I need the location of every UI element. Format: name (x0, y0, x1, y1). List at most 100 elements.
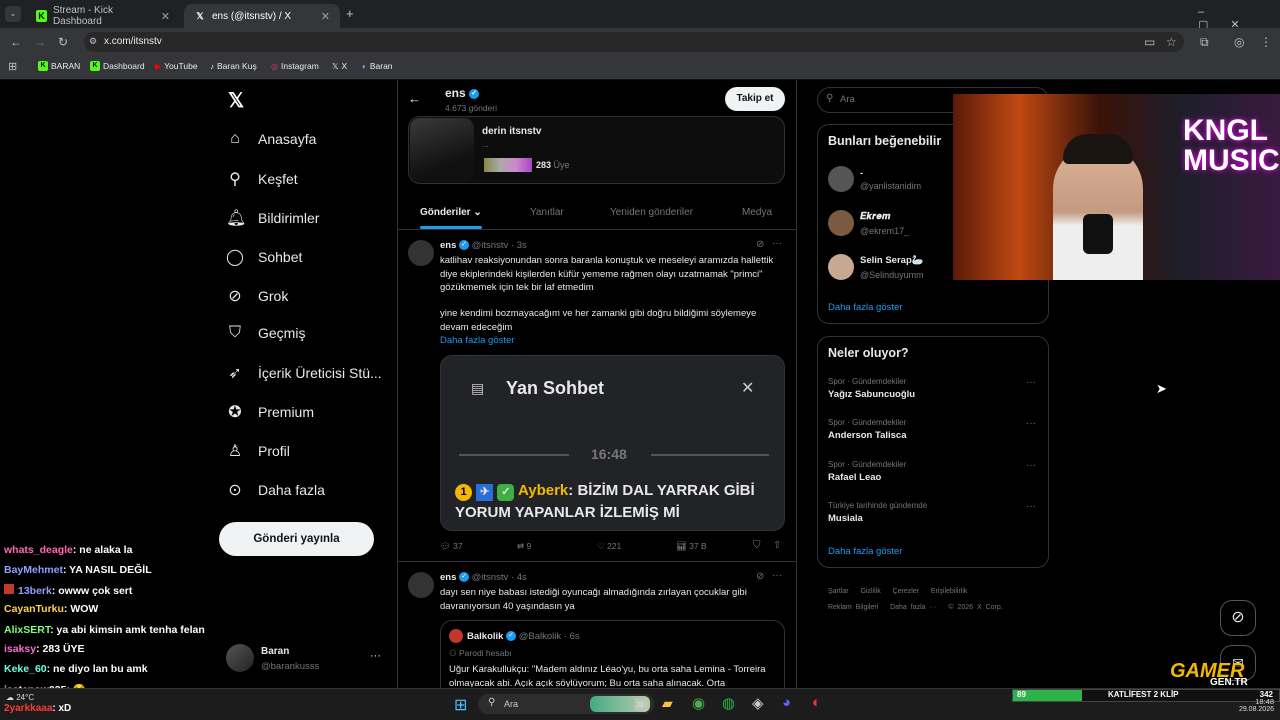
tab-posts[interactable]: Gönderiler ⌄ (420, 207, 482, 218)
trend-more-icon[interactable]: ··· (1026, 460, 1036, 471)
avatar[interactable] (226, 644, 254, 672)
trend-item[interactable]: Spor · Gündemdekiler Anderson Talisca (828, 418, 907, 441)
gamer-logo-sub: GEN.TR (1210, 677, 1248, 688)
trend-item[interactable]: Türkiye tarihinde gündemde Musiala (828, 501, 927, 524)
chrome-icon[interactable]: ◉ (692, 694, 705, 712)
bookmark-instagram[interactable]: ◎ Instagram (271, 61, 319, 71)
grok-float-button[interactable]: ⊘ (1220, 600, 1256, 636)
apps-icon[interactable]: ⊞ (8, 60, 17, 73)
tab-x[interactable]: 𝕏 ens (@itsnstv) / X ✕ (184, 4, 340, 28)
tab-replies[interactable]: Yanıtlar (530, 207, 564, 218)
show-more-link[interactable]: Daha fazla göster (828, 546, 902, 557)
back-icon[interactable]: ← (10, 35, 22, 49)
nav-notifications[interactable]: 🔔︎ Bildirimler (226, 208, 319, 228)
grok-icon[interactable]: ⊘ (756, 239, 764, 250)
star-icon[interactable]: ☆ (1166, 35, 1177, 49)
nav-creator-studio[interactable]: ➶ İçerik Üreticisi Stü... (226, 363, 381, 383)
date[interactable]: 29.08.2026 (1218, 706, 1274, 713)
trend-item[interactable]: Spor · Gündemdekiler Rafael Leao (828, 460, 906, 483)
repost-button[interactable]: ⇄ 9 (517, 541, 531, 552)
share-icon[interactable]: ⇧ (773, 540, 781, 551)
extensions-icon[interactable]: ⧉ (1200, 35, 1209, 50)
divider (459, 454, 569, 456)
app-icon[interactable]: ◈ (752, 694, 764, 712)
tab-kick[interactable]: K Stream - Kick Dashboard ✕ (26, 4, 180, 28)
weather[interactable]: ☁ 24°C (6, 693, 34, 702)
tweet-image[interactable]: ▤ Yan Sohbet ✕ 16:48 1 ✈ ✓ Ayberk: BİZİM… (440, 355, 785, 531)
spotify-icon[interactable]: ◍ (722, 694, 735, 712)
nav-profile[interactable]: ♙ Profil (226, 441, 290, 461)
tweet-header: ens ✓ @itsnstv · 4s (440, 572, 527, 583)
nav-premium[interactable]: ✪ Premium (226, 402, 314, 422)
nav-bookmarks[interactable]: ⛉ Geçmiş (226, 324, 305, 342)
youtube-icon: ▶ (155, 61, 162, 71)
post-button[interactable]: Gönderi yayınla (219, 522, 374, 556)
nav-grok[interactable]: ⊘ Grok (226, 286, 288, 306)
x-logo[interactable]: 𝕏 (228, 88, 244, 113)
tweet-more-icon[interactable]: ··· (772, 570, 782, 581)
nav-explore[interactable]: ⚲ Keşfet (226, 169, 298, 189)
forward-icon[interactable]: → (34, 35, 46, 49)
bookmark-icon[interactable]: ⛉ (753, 540, 761, 551)
windows-icon[interactable]: ⊞ (454, 695, 467, 715)
reload-icon[interactable]: ↻ (58, 35, 68, 49)
account-handle: @barankusss (261, 661, 320, 672)
tab-reposts[interactable]: Yeniden gönderiler (610, 207, 693, 218)
folder-icon[interactable]: ▰ (662, 695, 673, 712)
close-icon[interactable]: ✕ (321, 10, 330, 23)
avatar[interactable] (828, 210, 854, 236)
trend-more-icon[interactable]: ··· (1026, 501, 1036, 512)
avatar[interactable] (408, 240, 434, 266)
avatar[interactable] (828, 166, 854, 192)
user-name: Selin Serap🦢 (860, 255, 924, 266)
follow-button[interactable]: Takip et (725, 87, 785, 111)
bookmark-baran-2[interactable]: ◐ Baran (362, 61, 393, 71)
views-button[interactable]: 📊︎ 37 B (676, 541, 707, 552)
grok-icon[interactable]: ⊘ (756, 571, 764, 582)
user-name: 𝑬𝒌𝒓𝒆𝒎 (860, 211, 891, 222)
nav-home[interactable]: ⌂ Anasayfa (226, 130, 316, 148)
trend-more-icon[interactable]: ··· (1026, 377, 1036, 388)
avatar[interactable] (408, 572, 434, 598)
new-tab-button[interactable]: + (346, 6, 354, 21)
like-button[interactable]: ♡ 221 (597, 541, 621, 552)
chat-line: Keke_60: ne diyo lan bu amk (4, 663, 148, 675)
avatar[interactable] (828, 254, 854, 280)
who-to-follow-title: Bunları beğenebilir (828, 134, 942, 148)
tweet-more-icon[interactable]: ··· (772, 238, 782, 249)
trend-more-icon[interactable]: ··· (1026, 418, 1036, 429)
account-more-icon[interactable]: ··· (370, 650, 381, 662)
clock[interactable]: 18:48 (1218, 697, 1274, 706)
close-icon[interactable]: ✕ (161, 10, 170, 23)
account-name: Baran (261, 646, 290, 657)
badge-icon (4, 584, 14, 594)
discord-icon[interactable]: ◕ (782, 694, 791, 711)
rocket-icon: ➶ (228, 365, 242, 382)
bookmark-x[interactable]: 𝕏X (332, 61, 347, 71)
bookmark-baran[interactable]: K BARAN (38, 61, 80, 71)
nav-more[interactable]: ⊙ Daha fazla (226, 480, 325, 500)
menu-icon[interactable]: ⋮ (1260, 35, 1272, 49)
trend-item[interactable]: Spor · Gündemdekiler Yağız Sabuncuoğlu (828, 377, 915, 400)
bookmark-youtube[interactable]: ▶ YouTube (155, 61, 198, 71)
verified-icon: ✓ (459, 240, 470, 251)
bookmark-tiktok[interactable]: ♪ Baran Kuş (210, 61, 257, 71)
bookmark-dashboard[interactable]: K Dashboard (90, 61, 145, 71)
back-arrow-icon[interactable]: ← (408, 91, 421, 106)
image-title: Yan Sohbet (506, 378, 605, 398)
show-more-link[interactable]: Daha fazla göster (828, 302, 902, 313)
nav-chat[interactable]: ◯ Sohbet (226, 247, 302, 267)
tab-search-icon[interactable]: ⌄ (5, 6, 21, 22)
profile-icon[interactable]: ◎ (1234, 35, 1244, 49)
globe-icon: ◐ (362, 61, 367, 71)
cast-icon[interactable]: ▭ (1144, 35, 1155, 49)
site-info-icon[interactable]: ⚙ (89, 36, 97, 47)
member-count: 283 Üye (536, 160, 570, 170)
tab-media[interactable]: Medya (742, 207, 772, 218)
footer-links[interactable]: Şartlar Gizlilik Çerezler Erişilebilirli… (828, 584, 1048, 616)
task-view-icon[interactable]: ▣ (634, 695, 647, 712)
obs-icon[interactable]: ◐ (812, 694, 821, 711)
reply-button[interactable]: 💬︎ 37 (440, 541, 463, 552)
show-more-link[interactable]: Daha fazla göster (440, 334, 514, 348)
address-bar[interactable]: x.com/itsnstv (84, 32, 1184, 52)
